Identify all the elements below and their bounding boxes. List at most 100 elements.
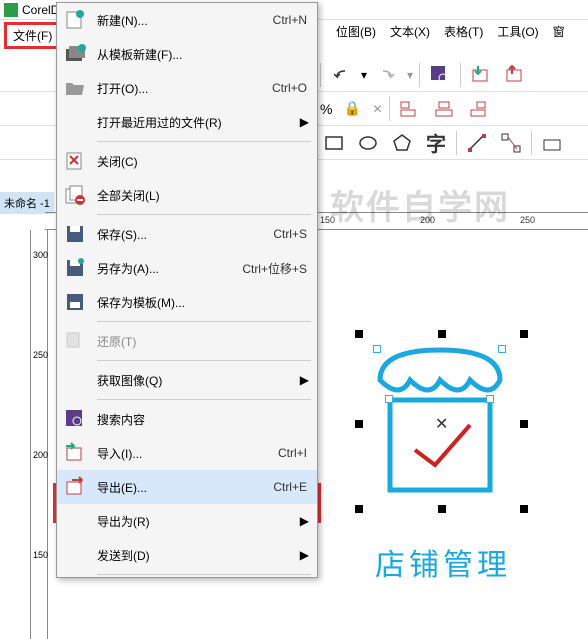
rectangle-tool[interactable] bbox=[320, 129, 348, 157]
selection-handle[interactable] bbox=[438, 505, 446, 513]
selection-handle[interactable] bbox=[438, 330, 446, 338]
search-icon bbox=[63, 407, 87, 431]
menu-label: 保存为模板(M)... bbox=[97, 294, 307, 311]
save-template-icon bbox=[63, 290, 87, 314]
menu-file-highlighted[interactable]: 文件(F) bbox=[4, 22, 61, 49]
menu-window[interactable]: 窗 bbox=[547, 21, 571, 42]
menu-table[interactable]: 表格(T) bbox=[438, 21, 489, 42]
menu-export[interactable]: 导出(E)... Ctrl+E bbox=[57, 470, 317, 504]
menu-label: 导入(I)... bbox=[97, 445, 278, 462]
selection-handle[interactable] bbox=[355, 505, 363, 513]
menu-save-template[interactable]: 保存为模板(M)... bbox=[57, 285, 317, 319]
folder-open-icon bbox=[63, 76, 87, 100]
export-icon bbox=[63, 475, 87, 499]
selection-handle[interactable] bbox=[520, 505, 528, 513]
ruler-tick: 250 bbox=[520, 215, 535, 225]
menu-export-as[interactable]: 导出为(R) ▶ bbox=[57, 504, 317, 538]
menu-shortcut: Ctrl+位移+S bbox=[242, 260, 307, 277]
menu-label: 打开(O)... bbox=[97, 80, 272, 97]
menu-label: 另存为(A)... bbox=[97, 260, 242, 277]
export-button[interactable] bbox=[501, 61, 529, 89]
menu-divider bbox=[97, 360, 311, 361]
menu-save-as[interactable]: 另存为(A)... Ctrl+位移+S bbox=[57, 251, 317, 285]
menu-bitmap[interactable]: 位图(B) bbox=[330, 21, 382, 42]
selection-handle[interactable] bbox=[355, 420, 363, 428]
save-icon bbox=[63, 222, 87, 246]
menu-label: 打开最近用过的文件(R) bbox=[97, 114, 307, 131]
undo-dropdown-icon[interactable]: ▾ bbox=[361, 68, 367, 82]
search-content-button[interactable] bbox=[426, 61, 454, 89]
menu-close[interactable]: 关闭(C) bbox=[57, 144, 317, 178]
menu-divider bbox=[97, 214, 311, 215]
import-icon bbox=[63, 441, 87, 465]
menu-label: 发送到(D) bbox=[97, 547, 307, 564]
menu-label: 新建(N)... bbox=[97, 12, 273, 29]
menu-text[interactable]: 文本(X) bbox=[384, 21, 436, 42]
selection-center-icon[interactable]: ✕ bbox=[435, 414, 448, 434]
ruler-tick: 200 bbox=[420, 215, 435, 225]
menu-acquire-image[interactable]: 获取图像(Q) ▶ bbox=[57, 363, 317, 397]
menu-divider bbox=[97, 321, 311, 322]
menu-open[interactable]: 打开(O)... Ctrl+O bbox=[57, 71, 317, 105]
lock-icon[interactable]: 🔒 bbox=[338, 95, 366, 123]
submenu-arrow-icon: ▶ bbox=[300, 548, 309, 562]
submenu-arrow-icon: ▶ bbox=[300, 514, 309, 528]
ruler-tick: 150 bbox=[33, 550, 48, 560]
menu-label: 还原(T) bbox=[97, 333, 307, 350]
selection-handle[interactable] bbox=[355, 330, 363, 338]
blank-icon bbox=[63, 543, 87, 567]
selection-handle[interactable] bbox=[520, 330, 528, 338]
polygon-tool[interactable] bbox=[388, 129, 416, 157]
template-icon bbox=[63, 42, 87, 66]
connector-tool[interactable] bbox=[497, 129, 525, 157]
menu-new[interactable]: 新建(N)... Ctrl+N bbox=[57, 3, 317, 37]
separator bbox=[419, 63, 420, 87]
vertical-ruler: 300 250 200 150 bbox=[30, 230, 48, 639]
menu-open-recent[interactable]: 打开最近用过的文件(R) ▶ bbox=[57, 105, 317, 139]
redo-button[interactable] bbox=[373, 61, 401, 89]
selection-handle[interactable] bbox=[520, 420, 528, 428]
app-logo-icon bbox=[4, 3, 18, 17]
menu-divider bbox=[97, 399, 311, 400]
menu-divider bbox=[97, 141, 311, 142]
menu-label: 保存(S)... bbox=[97, 226, 273, 243]
submenu-arrow-icon: ▶ bbox=[300, 115, 309, 129]
align-center-button[interactable] bbox=[430, 95, 458, 123]
effects-tool[interactable] bbox=[538, 129, 566, 157]
dimension-tool[interactable] bbox=[463, 129, 491, 157]
menu-import[interactable]: 导入(I)... Ctrl+I bbox=[57, 436, 317, 470]
text-tool[interactable]: 字 bbox=[422, 129, 450, 157]
new-icon bbox=[63, 8, 87, 32]
undo-button[interactable] bbox=[327, 61, 355, 89]
node-handle[interactable] bbox=[498, 345, 506, 353]
menu-label: 搜索内容 bbox=[97, 411, 307, 428]
menu-shortcut: Ctrl+N bbox=[273, 13, 307, 27]
menu-search-content[interactable]: 搜索内容 bbox=[57, 402, 317, 436]
align-right-button[interactable] bbox=[464, 95, 492, 123]
import-button[interactable] bbox=[467, 61, 495, 89]
close-all-icon bbox=[63, 183, 87, 207]
node-handle[interactable] bbox=[385, 395, 393, 403]
menu-close-all[interactable]: 全部关闭(L) bbox=[57, 178, 317, 212]
menu-label: 全部关闭(L) bbox=[97, 187, 307, 204]
revert-icon bbox=[63, 329, 87, 353]
menu-revert[interactable]: 还原(T) bbox=[57, 324, 317, 358]
menu-divider bbox=[97, 574, 311, 575]
ellipse-tool[interactable] bbox=[354, 129, 382, 157]
menu-tools[interactable]: 工具(O) bbox=[491, 21, 544, 42]
ruler-tick: 200 bbox=[33, 450, 48, 460]
menu-label: 获取图像(Q) bbox=[97, 372, 307, 389]
shop-label-text[interactable]: 店铺管理 bbox=[375, 540, 511, 584]
menu-save[interactable]: 保存(S)... Ctrl+S bbox=[57, 217, 317, 251]
node-handle[interactable] bbox=[373, 345, 381, 353]
menu-shortcut: Ctrl+O bbox=[272, 81, 307, 95]
menu-send-to[interactable]: 发送到(D) ▶ bbox=[57, 538, 317, 572]
separator bbox=[320, 63, 321, 87]
document-tab[interactable]: 未命名 -1 bbox=[0, 192, 54, 214]
redo-dropdown-icon[interactable]: ▾ bbox=[407, 68, 413, 82]
menu-new-from-template[interactable]: 从模板新建(F)... bbox=[57, 37, 317, 71]
file-menu-dropdown: 新建(N)... Ctrl+N 从模板新建(F)... 打开(O)... Ctr… bbox=[56, 2, 318, 578]
align-left-button[interactable] bbox=[396, 95, 424, 123]
node-handle[interactable] bbox=[486, 395, 494, 403]
menu-shortcut: Ctrl+E bbox=[273, 480, 307, 494]
